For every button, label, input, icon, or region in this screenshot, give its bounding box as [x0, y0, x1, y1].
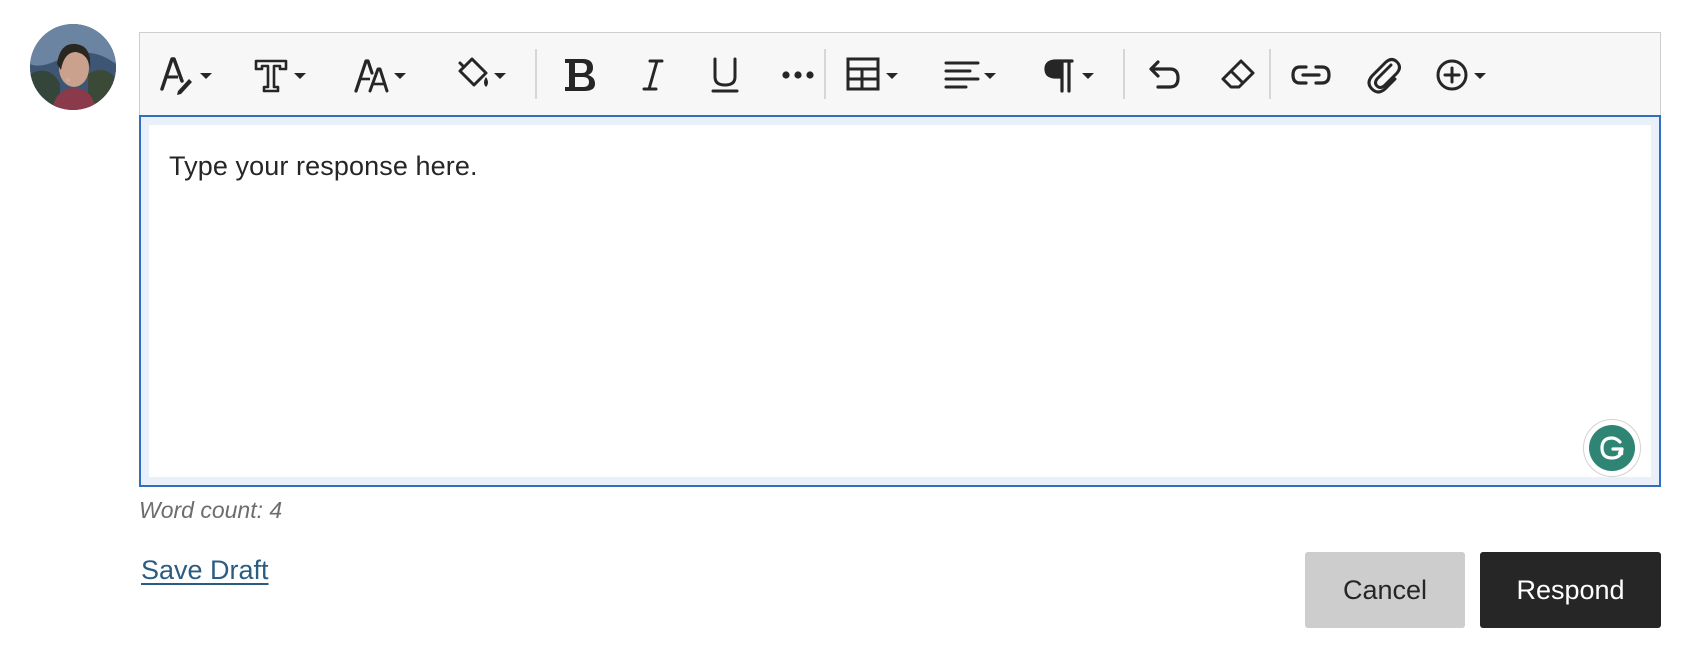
insert-content-icon [1432, 49, 1496, 99]
paragraph-icon [1038, 49, 1102, 99]
clear-format-button[interactable] [1213, 49, 1263, 99]
editor-toolbar [140, 33, 1660, 116]
more-options-button[interactable] [774, 49, 824, 99]
italic-button[interactable] [628, 49, 678, 99]
discussion-reply-page: Type your response here. Word count: 4 S… [0, 0, 1690, 662]
align-left-icon [940, 49, 1004, 99]
paragraph-button[interactable] [1038, 49, 1102, 99]
editor-content-area[interactable]: Type your response here. [149, 125, 1651, 477]
highlight-color-icon [452, 49, 512, 99]
toolbar-separator [824, 49, 826, 99]
text-format-button[interactable] [252, 49, 312, 99]
grammarly-button[interactable] [1583, 419, 1641, 477]
clear-format-icon [1213, 49, 1263, 99]
toolbar-separator [1269, 49, 1271, 99]
user-avatar [30, 24, 116, 110]
bold-button[interactable] [555, 49, 605, 99]
grammarly-icon [1589, 425, 1635, 471]
respond-button[interactable]: Respond [1480, 552, 1661, 628]
table-icon [842, 49, 906, 99]
toolbar-separator [1123, 49, 1125, 99]
toolbar-separator [535, 49, 537, 99]
more-options-icon [774, 49, 824, 99]
align-button[interactable] [940, 49, 1004, 99]
table-button[interactable] [842, 49, 906, 99]
editor-content-frame: Type your response here. [139, 115, 1661, 487]
italic-icon [628, 49, 678, 99]
font-size-icon [352, 49, 412, 99]
cancel-button[interactable]: Cancel [1305, 552, 1465, 628]
font-size-button[interactable] [352, 49, 412, 99]
insert-link-button[interactable] [1286, 49, 1336, 99]
text-style-icon [156, 49, 216, 99]
highlight-color-button[interactable] [452, 49, 512, 99]
attach-file-button[interactable] [1359, 49, 1409, 99]
undo-icon [1140, 49, 1190, 99]
link-icon [1286, 49, 1336, 99]
insert-content-button[interactable] [1432, 49, 1496, 99]
save-draft-link[interactable]: Save Draft [141, 555, 269, 586]
attachment-icon [1359, 49, 1409, 99]
text-format-icon [252, 49, 312, 99]
underline-icon [701, 49, 751, 99]
editor-text[interactable]: Type your response here. [169, 151, 478, 182]
bold-icon [555, 49, 605, 99]
underline-button[interactable] [701, 49, 751, 99]
rich-text-editor: Type your response here. [139, 32, 1661, 487]
undo-button[interactable] [1140, 49, 1190, 99]
word-count: Word count: 4 [139, 497, 283, 523]
text-style-button[interactable] [156, 49, 216, 99]
